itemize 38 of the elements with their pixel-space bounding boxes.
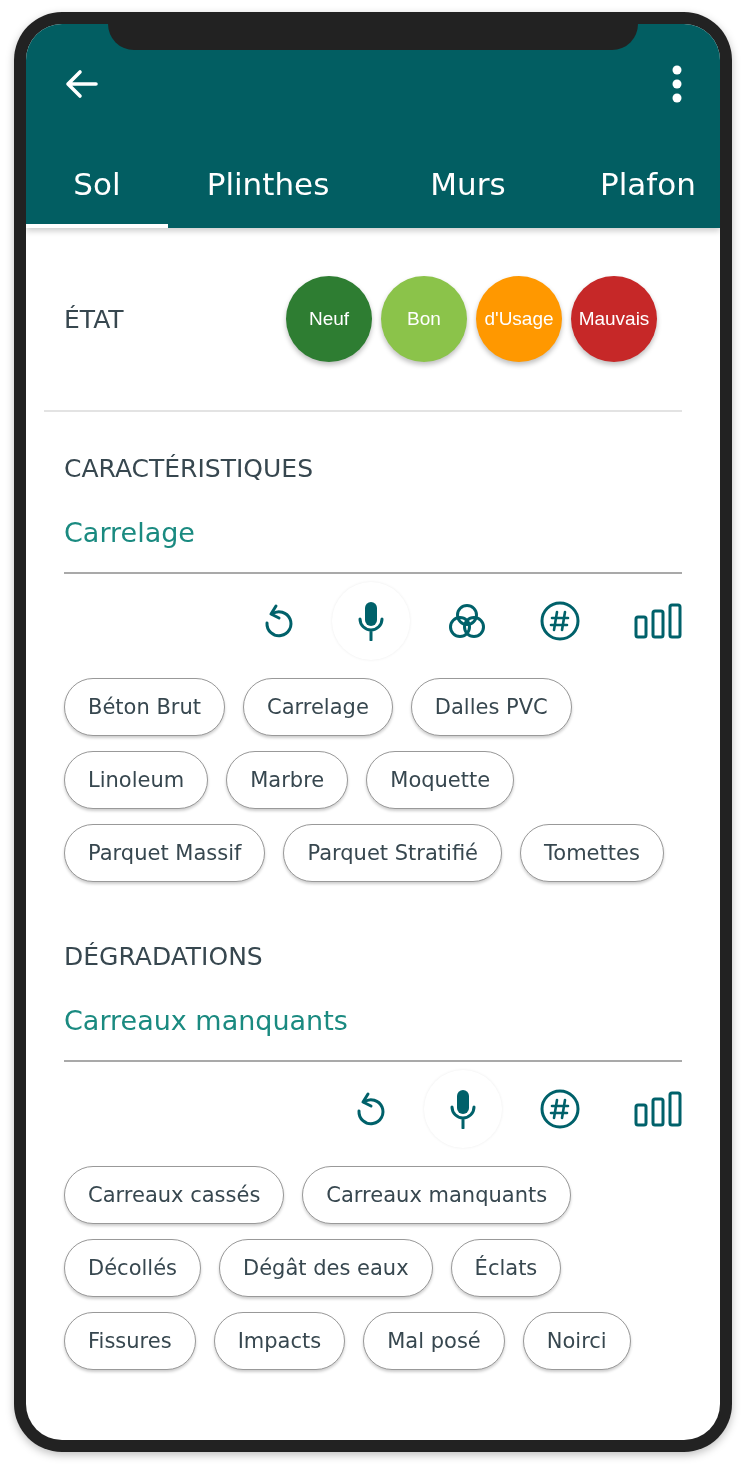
section-title: CARACTÉRISTIQUES <box>64 454 314 483</box>
option-chip[interactable]: Béton Brut <box>64 678 225 736</box>
more-menu-icon[interactable] <box>672 65 682 103</box>
option-chip[interactable]: Moquette <box>366 751 515 809</box>
signal-bars-icon[interactable] <box>634 603 682 639</box>
option-chip[interactable]: Parquet Massif <box>64 824 266 882</box>
option-chip[interactable]: Noirci <box>522 1312 631 1370</box>
section-title: DÉGRADATIONS <box>64 942 264 971</box>
option-chip[interactable]: Impacts <box>213 1312 346 1370</box>
condition-button[interactable]: Mauvais <box>571 276 657 362</box>
option-chip[interactable]: Mal posé <box>363 1312 505 1370</box>
option-chip[interactable]: Linoleum <box>64 751 209 809</box>
hashtag-icon[interactable] <box>540 1089 580 1129</box>
signal-bars-icon[interactable] <box>634 1091 682 1127</box>
option-chip[interactable]: Fissures <box>64 1312 196 1370</box>
hashtag-icon[interactable] <box>540 601 580 641</box>
option-chip[interactable]: Carrelage <box>243 678 393 736</box>
option-chip[interactable]: Décollés <box>64 1239 201 1297</box>
option-chip[interactable]: Dalles PVC <box>410 678 572 736</box>
option-chip[interactable]: Tomettes <box>520 824 664 882</box>
section-title: ÉTAT <box>64 304 125 334</box>
microphone-icon <box>450 1089 476 1129</box>
tab[interactable]: Murs <box>368 149 568 228</box>
selected-value: Carreaux manquants <box>64 1005 349 1036</box>
option-chip[interactable]: Dégât des eaux <box>219 1239 433 1297</box>
option-chip[interactable]: Marbre <box>226 751 349 809</box>
tab[interactable]: Plinthes <box>168 149 368 228</box>
tab[interactable]: Plafon <box>568 149 696 228</box>
option-chip[interactable]: Carreaux manquants <box>302 1166 572 1224</box>
microphone-icon <box>358 601 384 641</box>
tab[interactable]: Sol <box>26 149 168 228</box>
option-chip[interactable]: Carreaux cassés <box>64 1166 285 1224</box>
overlapping-circles-icon[interactable] <box>448 603 486 639</box>
back-arrow-icon[interactable] <box>64 69 98 99</box>
option-chip[interactable]: Parquet Stratifié <box>283 824 503 882</box>
selected-value: Carrelage <box>64 517 196 548</box>
condition-button[interactable]: Neuf <box>286 276 372 362</box>
option-chip[interactable]: Éclats <box>450 1239 562 1297</box>
